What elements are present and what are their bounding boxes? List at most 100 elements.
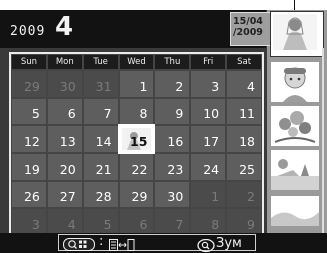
calendar-days-grid: 29 30 31 1 2 3 4 5 6 7 8 9 10 11 12 13 14 15 16 17 18 19 20 21 2…: [12, 71, 261, 235]
thumbnail-scrollbar[interactable]: [322, 48, 324, 238]
calendar-day[interactable]: 16: [155, 126, 190, 152]
calendar-day-number: 25: [239, 161, 255, 177]
calendar-day-number: 9: [175, 106, 184, 122]
calendar-day[interactable]: 3: [191, 71, 226, 97]
weekday-mon: Mon: [47, 55, 82, 69]
calendar-day-number: 27: [59, 189, 76, 205]
calendar-day-adjacent-month[interactable]: 29: [12, 71, 46, 97]
calendar-day-adjacent-month[interactable]: 8: [191, 209, 226, 235]
selected-date-box: 15/04 /2009: [230, 12, 274, 46]
calendar-day[interactable]: 2: [155, 71, 190, 97]
calendar-day[interactable]: 27: [47, 181, 82, 208]
calendar-day[interactable]: 11: [227, 98, 261, 125]
weekday-tue: Tue: [83, 55, 118, 69]
calendar-day-number: 15: [130, 133, 148, 149]
calendar-day[interactable]: 4: [227, 71, 261, 97]
calendar-day-number: 9: [247, 216, 255, 232]
calendar-day-number: 12: [23, 133, 40, 149]
calendar-day-number: 2: [175, 78, 184, 94]
calendar-day[interactable]: 5: [12, 98, 46, 125]
calendar-day-selected[interactable]: 15: [117, 124, 156, 154]
calendar-day-number: 3: [31, 216, 40, 232]
calendar-day[interactable]: 10: [191, 98, 226, 125]
calendar-day-number: 19: [23, 161, 40, 177]
calendar-day-number: 7: [103, 106, 112, 122]
calendar-day[interactable]: 17: [191, 126, 226, 152]
calendar-day[interactable]: 18: [227, 126, 261, 152]
calendar-day-adjacent-month[interactable]: 5: [83, 209, 118, 235]
calendar-day-adjacent-month[interactable]: 6: [119, 209, 154, 235]
calendar-day-number: 24: [203, 161, 220, 177]
calendar-day-adjacent-month[interactable]: 2: [227, 181, 261, 208]
child-photo-thumbnail[interactable]: [271, 62, 319, 102]
wedding-photo-thumbnail[interactable]: [271, 12, 323, 56]
calendar-day-adjacent-month[interactable]: 4: [47, 209, 82, 235]
calendar-day-number: 16: [167, 133, 184, 149]
calendar-day-number: 7: [175, 216, 184, 232]
calendar-day-number: 18: [239, 133, 255, 149]
calendar-day[interactable]: 28: [83, 181, 118, 208]
selected-date-year: /2009: [233, 27, 263, 38]
calendar-day-number: 10: [203, 106, 220, 122]
camera-calendar-screen: 2009 4 Sun Mon Tue Wed Thu Fri Sat 29 30 3…: [0, 10, 327, 253]
zoom-button-icon: [197, 237, 215, 253]
calendar-day[interactable]: 14: [83, 126, 118, 152]
calendar-day-number: 29: [23, 78, 40, 94]
calendar-day-number: 4: [67, 216, 76, 232]
calendar-day[interactable]: 6: [47, 98, 82, 125]
calendar-day[interactable]: 25: [227, 153, 261, 180]
calendar-day-number: 17: [203, 133, 220, 149]
calendar-grid-frame: Sun Mon Tue Wed Thu Fri Sat 29 30 31 1 2 3 4 5 6…: [9, 52, 264, 240]
calendar-day[interactable]: 26: [12, 181, 46, 208]
calendar-day[interactable]: 13: [47, 126, 82, 152]
calendar-day-number: 2: [247, 189, 255, 205]
thumbnail-button-icon: [63, 238, 95, 251]
weekday-fri: Fri: [191, 55, 226, 69]
calendar-day-number: 4: [247, 78, 255, 94]
selected-date-day-month: 15/04: [233, 16, 263, 27]
switch-separator: :: [99, 234, 104, 249]
button-hint-bar: : Зум: [0, 233, 327, 253]
calendar-day-number: 13: [59, 133, 76, 149]
landscape-photo-thumbnail[interactable]: [271, 196, 319, 226]
list-to-calendar-switch-icon: [109, 237, 137, 253]
calendar-day-number: 6: [139, 216, 148, 232]
calendar-day-number: 11: [239, 106, 255, 122]
calendar-day-number: 30: [59, 78, 76, 94]
calendar-day-number: 28: [95, 189, 112, 205]
calendar-day-number: 8: [211, 216, 220, 232]
flowers-photo-thumbnail[interactable]: [271, 106, 319, 146]
calendar-day-number: 26: [23, 189, 40, 205]
zoom-label: Зум: [216, 236, 242, 251]
calendar-day[interactable]: 30: [155, 181, 190, 208]
calendar-day-number: 21: [95, 161, 112, 177]
calendar-day-adjacent-month[interactable]: 1: [191, 181, 226, 208]
calendar-day[interactable]: 20: [47, 153, 82, 180]
calendar-day-adjacent-month[interactable]: 9: [227, 209, 261, 235]
calendar-day[interactable]: 23: [155, 153, 190, 180]
calendar-day[interactable]: 21: [83, 153, 118, 180]
calendar-day[interactable]: 7: [83, 98, 118, 125]
calendar-day[interactable]: 29: [119, 181, 154, 208]
calendar-day-adjacent-month[interactable]: 30: [47, 71, 82, 97]
calendar-day[interactable]: 1: [119, 71, 154, 97]
weekday-sat: Sat: [227, 55, 261, 69]
calendar-day[interactable]: 22: [119, 153, 154, 180]
calendar-day[interactable]: 24: [191, 153, 226, 180]
calendar-day[interactable]: 12: [12, 126, 46, 152]
calendar-day-number: 5: [103, 216, 112, 232]
beach-photo-thumbnail[interactable]: [271, 150, 319, 190]
calendar-day[interactable]: 8: [119, 98, 154, 125]
calendar-day[interactable]: 19: [12, 153, 46, 180]
calendar-day-number: 30: [167, 189, 184, 205]
calendar-day-number: 1: [211, 189, 220, 205]
weekday-sun: Sun: [12, 55, 46, 69]
weekday-wed: Wed: [119, 55, 154, 69]
calendar-day[interactable]: 9: [155, 98, 190, 125]
calendar-day-adjacent-month[interactable]: 7: [155, 209, 190, 235]
calendar-day-number: 5: [31, 106, 40, 122]
calendar-day-adjacent-month[interactable]: 31: [83, 71, 118, 97]
calendar-day-number: 1: [139, 78, 148, 94]
calendar-day-adjacent-month[interactable]: 3: [12, 209, 46, 235]
calendar-day-number: 8: [139, 106, 148, 122]
